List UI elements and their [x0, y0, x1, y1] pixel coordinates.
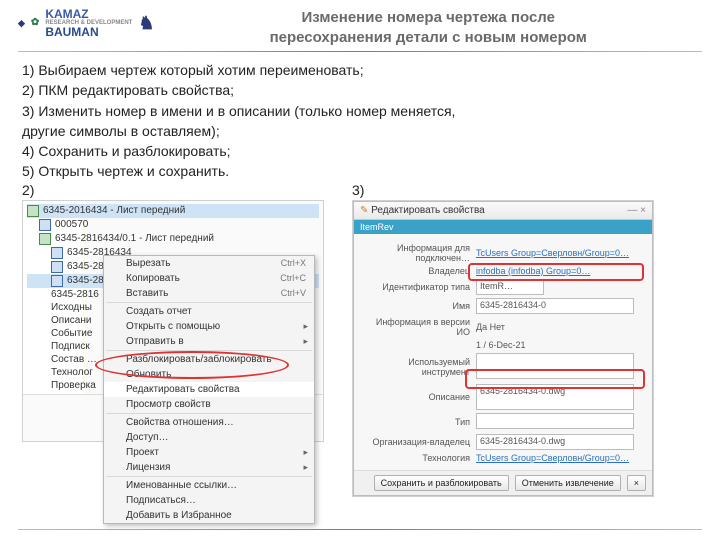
step-4: 4) Сохранить и разблокировать;: [22, 141, 698, 161]
tree-item[interactable]: 6345-2816434/0.1 - Лист передний: [55, 233, 214, 244]
step-1: 1) Выбираем чертеж который хотим переиме…: [22, 60, 698, 80]
slide-title: Изменение номера чертежа после пересохра…: [154, 8, 702, 47]
shot2-label: 2): [22, 182, 324, 198]
ctx-favorite[interactable]: Добавить в Избранное: [104, 508, 314, 523]
doc-icon: [51, 275, 63, 287]
doc-icon: [51, 261, 63, 273]
crest-icon: ✿: [31, 18, 39, 28]
owner-link[interactable]: TcUsers Group=Сверловн/Group=0…: [476, 248, 644, 258]
step-2: 2) ПКМ редактировать свойства;: [22, 80, 698, 100]
ctx-license[interactable]: Лицензия: [104, 460, 314, 475]
part-icon: [27, 205, 39, 217]
kamaz-bauman-logo: KAMAZ RESEARCH & DEVELOPMENT BAUMAN: [45, 8, 132, 38]
tree-item[interactable]: Проверка: [51, 380, 96, 391]
footer-divider: [18, 529, 702, 530]
dialog-title: ✎ Редактировать свойства— ×: [354, 202, 652, 220]
dialog-subheader: ItemRev: [354, 220, 652, 234]
ctx-cut[interactable]: ВырезатьCtrl+X: [104, 256, 314, 271]
part-icon: [39, 233, 51, 245]
type-field[interactable]: [476, 413, 634, 429]
tree-item[interactable]: Подписк: [51, 341, 90, 352]
header-divider: [18, 51, 702, 52]
context-menu-screenshot: 6345-2016434 - Лист передний 000570 6345…: [22, 200, 324, 442]
tree-item[interactable]: Событие: [51, 328, 92, 339]
step-3a: 3) Изменить номер в имени и в описании (…: [22, 101, 698, 121]
properties-dialog: ✎ Редактировать свойства— × ItemRev Инфо…: [353, 201, 653, 496]
properties-dialog-screenshot: ✎ Редактировать свойства— × ItemRev Инфо…: [352, 200, 654, 497]
tree-item[interactable]: Описани: [51, 315, 91, 326]
shot3-label: 3): [352, 182, 654, 198]
ctx-edit-properties[interactable]: Редактировать свойства: [104, 382, 314, 397]
ctx-open-with[interactable]: Открыть с помощью: [104, 319, 314, 334]
step-5: 5) Открыть чертеж и сохранить.: [22, 161, 698, 181]
name-field[interactable]: 6345-2816434-0: [476, 298, 634, 314]
ctx-named-refs[interactable]: Именованные ссылки…: [104, 478, 314, 493]
horse-icon: ♞: [138, 14, 154, 32]
date-value: 1 / 6-Dec-21: [476, 340, 644, 350]
ctx-project[interactable]: Проект: [104, 445, 314, 460]
highlight-ellipse: [95, 351, 289, 379]
cancel-checkout-button[interactable]: Отменить извлечение: [515, 475, 621, 491]
kamaz-emblem: ◆: [18, 19, 25, 28]
step-3b: другие символы в оставляем);: [22, 121, 698, 141]
save-unlock-button[interactable]: Сохранить и разблокировать: [374, 475, 509, 491]
radio-group[interactable]: Да Нет: [476, 322, 644, 332]
ctx-copy[interactable]: КопироватьCtrl+C: [104, 271, 314, 286]
tech-link[interactable]: TcUsers Group=Сверловн/Group=0…: [476, 453, 644, 463]
ctx-subscribe[interactable]: Подписаться…: [104, 493, 314, 508]
type-id-field[interactable]: ItemR…: [476, 279, 544, 295]
ctx-access[interactable]: Доступ…: [104, 430, 314, 445]
close-button[interactable]: ×: [627, 475, 646, 491]
context-menu: ВырезатьCtrl+X КопироватьCtrl+C Вставить…: [103, 255, 315, 524]
ctx-paste[interactable]: ВставитьCtrl+V: [104, 286, 314, 301]
tree-item[interactable]: Состав …: [51, 354, 97, 365]
tree-item[interactable]: 6345-2816: [51, 289, 99, 300]
tree-item[interactable]: Технолог: [51, 367, 93, 378]
org-owner-field[interactable]: 6345-2816434-0.dwg: [476, 434, 634, 450]
highlight-box-desc: [465, 369, 645, 389]
ctx-send-to[interactable]: Отправить в: [104, 334, 314, 349]
ctx-view-properties[interactable]: Просмотр свойств: [104, 397, 314, 412]
tree-item[interactable]: Исходны: [51, 302, 92, 313]
folder-icon: [39, 219, 51, 231]
tree-item[interactable]: 6345-2016434 - Лист передний: [43, 205, 185, 216]
highlight-box-name: [468, 263, 644, 281]
tree-item[interactable]: 000570: [55, 219, 88, 230]
doc-icon: [51, 247, 63, 259]
logo-strip: ◆ ✿ KAMAZ RESEARCH & DEVELOPMENT BAUMAN …: [18, 8, 154, 38]
ctx-relation-props[interactable]: Свойства отношения…: [104, 415, 314, 430]
ctx-report[interactable]: Создать отчет: [104, 304, 314, 319]
instruction-steps: 1) Выбираем чертеж который хотим переиме…: [0, 60, 720, 182]
